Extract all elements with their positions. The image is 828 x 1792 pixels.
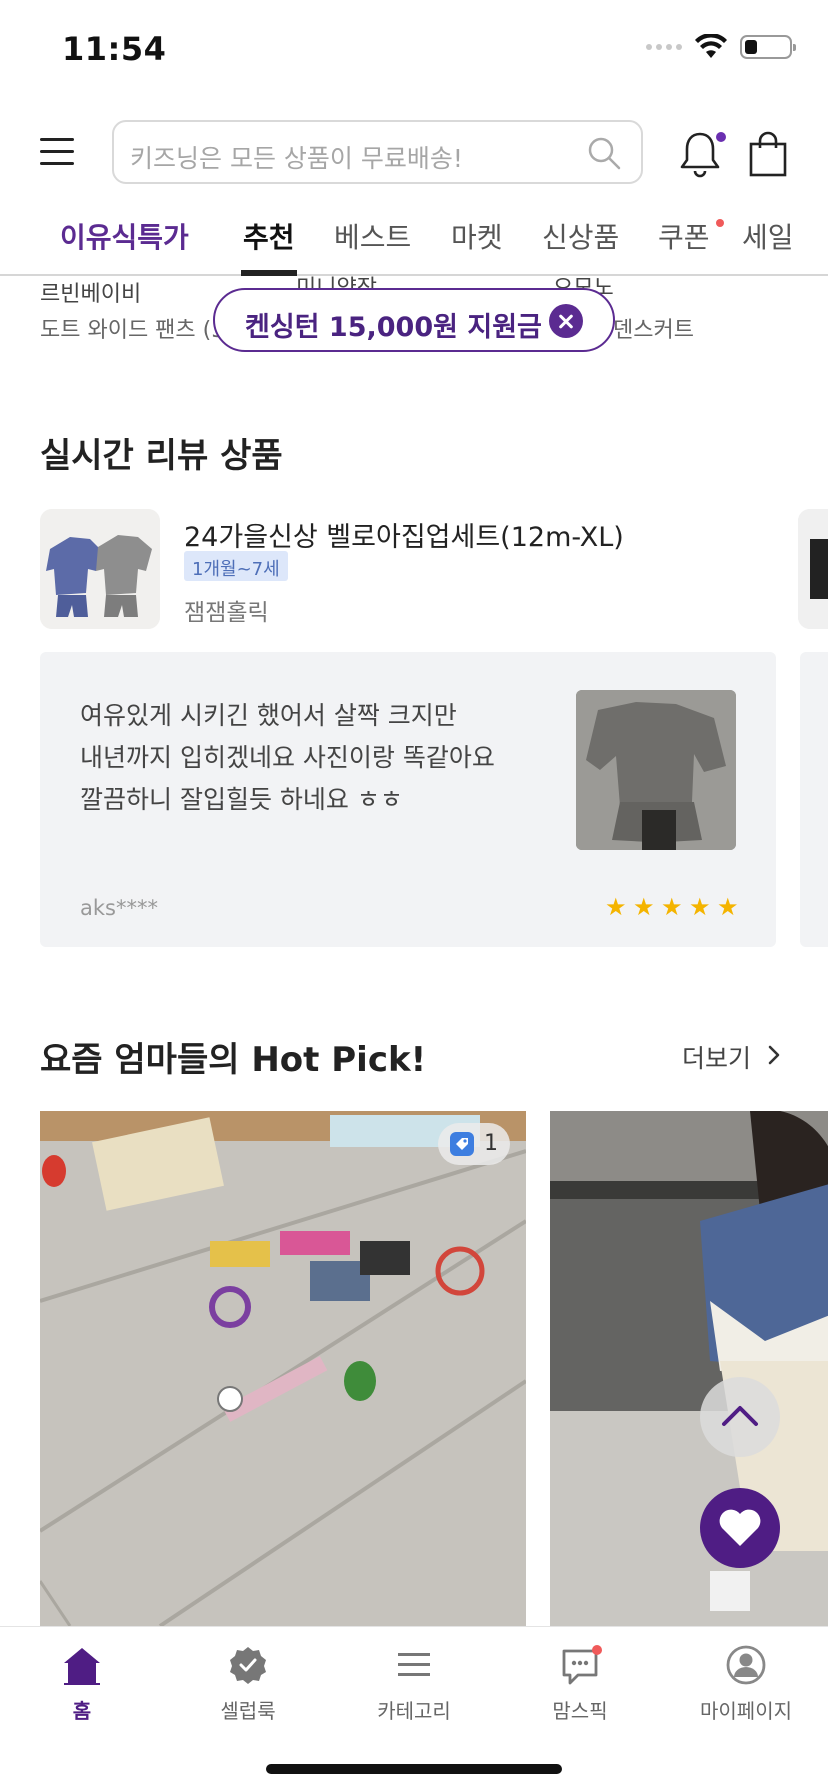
next-review-card[interactable] — [800, 652, 828, 947]
nav-label: 홈 — [72, 1699, 92, 1723]
velour-set-image — [40, 509, 160, 629]
review-product[interactable]: 24가을신상 벨로아집업세트(12m-XL) 1개월~7세 잼잼홀릭 — [40, 509, 828, 629]
like-button[interactable] — [700, 1488, 780, 1568]
star-icon: ★ — [633, 893, 655, 921]
review-section-title: 실시간 리뷰 상품 — [40, 436, 283, 476]
hot-pick-title: 요즘 엄마들의 Hot Pick! — [40, 1040, 427, 1080]
nav-label: 맘스픽 — [552, 1699, 608, 1723]
tab-sale[interactable]: 세일 — [742, 216, 794, 256]
coupon-banner[interactable]: 켄싱턴 15,000원 지원금 — [213, 288, 615, 352]
nav-label: 마이페이지 — [700, 1699, 792, 1723]
review-text-line: 여유있게 시키긴 했어서 살짝 크지만 — [80, 701, 457, 730]
status-icons — [646, 34, 796, 60]
product-name[interactable]: 24가을신상 벨로아집업세트(12m-XL) — [184, 515, 624, 554]
next-product-thumbnail[interactable] — [798, 509, 828, 629]
status-bar: 11:54 — [0, 0, 828, 100]
category-tabs: 이유식특가 추천 베스트 마켓 신상품 쿠폰 세일 — [0, 200, 828, 276]
age-badge: 1개월~7세 — [184, 551, 288, 581]
next-product-image — [798, 509, 828, 629]
playmat-toys-image — [40, 1111, 526, 1626]
product-brand[interactable]: 잼잼홀릭 — [184, 593, 269, 627]
review-card[interactable]: 여유있게 시키긴 했어서 살짝 크지만 내년까지 입히겠네요 사진이랑 똑같아요… — [40, 652, 776, 947]
nav-label: 카테고리 — [377, 1699, 451, 1723]
tag-badge: 1 — [438, 1123, 510, 1165]
status-time: 11:54 — [62, 30, 167, 68]
nav-label: 셀럽룩 — [220, 1699, 276, 1723]
close-icon[interactable] — [549, 304, 583, 338]
child-outfit-image — [550, 1111, 828, 1626]
tab-baby-food-sale[interactable]: 이유식특가 — [60, 216, 189, 256]
home-icon — [64, 1648, 100, 1685]
search-icon[interactable] — [587, 136, 621, 170]
moms-pick-notification-dot — [592, 1645, 602, 1655]
signal-icon — [646, 44, 682, 50]
coupon-banner-text: 켄싱턴 15,000원 지원금 — [245, 312, 542, 343]
nav-my-page[interactable]: 마이페이지 — [686, 1643, 806, 1723]
review-photo-image — [576, 690, 736, 850]
tag-count: 1 — [484, 1131, 498, 1156]
scroll-top-button[interactable] — [700, 1377, 780, 1457]
star-icon: ★ — [605, 893, 627, 921]
peek-product-left[interactable]: 도트 와이드 팬츠 (3 — [40, 312, 225, 344]
more-link[interactable]: 더보기 — [682, 1039, 751, 1075]
user-icon — [726, 1645, 766, 1685]
search-placeholder: 키즈닝은 모든 상품이 무료배송! — [130, 144, 463, 173]
tab-recommended[interactable]: 추천 — [243, 216, 295, 256]
list-icon — [398, 1653, 430, 1676]
menu-icon[interactable] — [40, 138, 74, 166]
chevron-up-icon — [722, 1406, 758, 1426]
product-thumbnail[interactable] — [40, 509, 160, 629]
shopping-bag-icon[interactable] — [746, 130, 790, 178]
hot-pick-card[interactable] — [550, 1111, 828, 1626]
tag-icon — [450, 1132, 474, 1156]
nav-category[interactable]: 카테고리 — [354, 1643, 474, 1723]
nav-celeb-look[interactable]: 셀럽룩 — [188, 1643, 308, 1723]
tab-market[interactable]: 마켓 — [451, 216, 503, 256]
review-photo[interactable] — [576, 690, 736, 850]
search-input[interactable]: 키즈닝은 모든 상품이 무료배송! — [112, 120, 643, 184]
wifi-icon — [695, 34, 727, 58]
heart-icon — [719, 1509, 761, 1546]
tab-best[interactable]: 베스트 — [334, 216, 411, 256]
review-text-line: 내년까지 입히겠네요 사진이랑 똑같아요 — [80, 743, 495, 772]
verified-badge-icon — [230, 1647, 266, 1684]
chevron-right-icon[interactable] — [766, 1044, 782, 1066]
tab-coupon[interactable]: 쿠폰 — [658, 216, 710, 256]
battery-icon — [740, 35, 796, 59]
tab-new[interactable]: 신상품 — [542, 216, 619, 256]
star-icon: ★ — [661, 893, 683, 921]
peek-product-right[interactable]: 덴스커트 — [613, 312, 694, 344]
star-icon: ★ — [689, 893, 711, 921]
notification-dot — [716, 132, 726, 142]
star-rating: ★ ★ ★ ★ ★ — [605, 893, 739, 921]
header: 키즈닝은 모든 상품이 무료배송! — [0, 118, 828, 188]
coupon-notification-dot — [716, 219, 724, 227]
home-indicator — [266, 1764, 562, 1774]
star-icon: ★ — [717, 893, 739, 921]
nav-home[interactable]: 홈 — [22, 1643, 142, 1723]
peek-brand-left[interactable]: 르빈베이비 — [40, 276, 141, 308]
review-username: aks**** — [80, 896, 158, 920]
review-text-line: 깔끔하니 잘입힐듯 하네요 ㅎㅎ — [80, 785, 403, 814]
hot-pick-card[interactable]: 1 — [40, 1111, 526, 1626]
nav-moms-pick[interactable]: 맘스픽 — [520, 1643, 640, 1723]
